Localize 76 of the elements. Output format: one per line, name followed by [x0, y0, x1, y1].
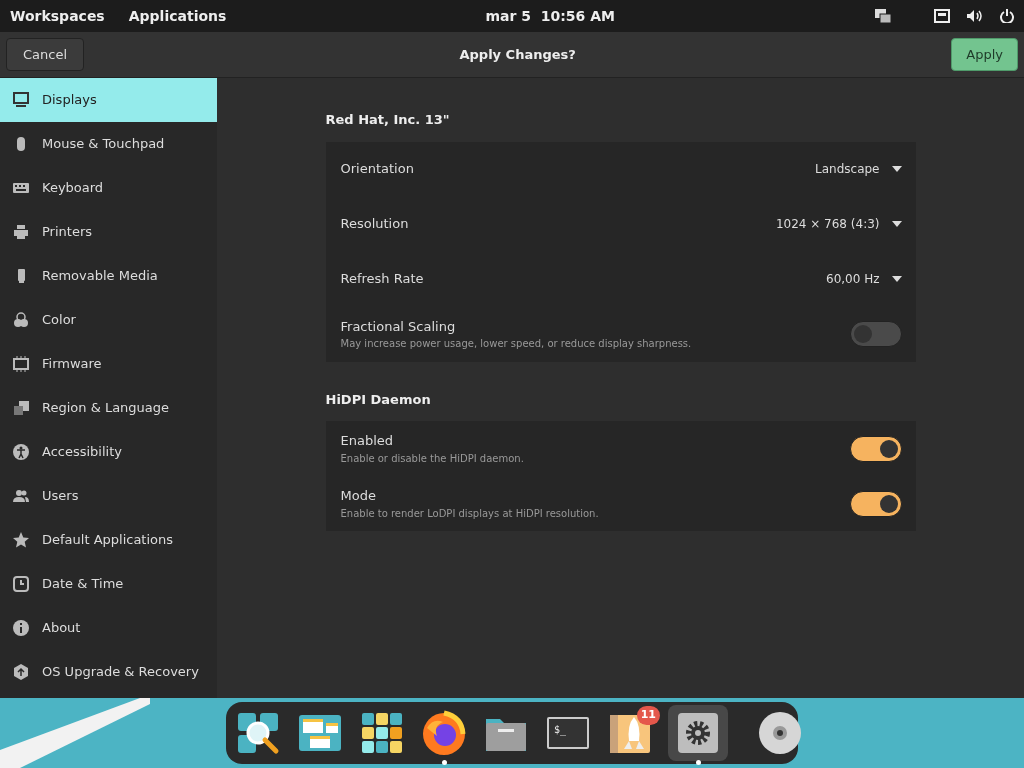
sidebar-item[interactable]: Default Applications — [0, 518, 217, 562]
dialog-title: Apply Changes? — [459, 45, 576, 64]
sidebar-label: Date & Time — [42, 575, 124, 594]
printer-icon — [12, 223, 30, 241]
search-icon — [236, 711, 280, 755]
sidebar-item[interactable]: Removable Media — [0, 254, 217, 298]
sidebar-label: Accessibility — [42, 443, 122, 462]
toggle-switch[interactable] — [849, 490, 902, 517]
sidebar-label: Region & Language — [42, 399, 170, 418]
upgrade-icon — [12, 663, 30, 681]
caret-icon — [891, 221, 902, 227]
setting-label: Refresh Rate — [340, 270, 424, 289]
gear-icon — [676, 711, 720, 755]
sidebar-label: Firmware — [42, 355, 102, 374]
sidebar-item[interactable]: Firmware — [0, 342, 217, 386]
sidebar-label: Printers — [42, 223, 93, 242]
color-icon — [12, 311, 30, 329]
apply-button[interactable]: Apply — [951, 37, 1018, 72]
panel-menu[interactable]: Workspaces — [10, 5, 105, 27]
sidebar-label: OS Upgrade & Recovery — [42, 663, 199, 682]
cancel-button[interactable]: Cancel — [6, 37, 85, 72]
sidebar-label: About — [42, 619, 81, 638]
setting-description: Enable or disable the HiDPI daemon. — [340, 451, 524, 466]
sidebar-label: Keyboard — [42, 179, 104, 198]
setting-description: Enable to render LoDPI displays at HiDPI resolution. — [340, 506, 599, 521]
star-icon — [12, 531, 30, 549]
sidebar-item[interactable]: Date & Time — [0, 562, 217, 606]
caret-icon — [891, 166, 902, 172]
section-heading: Red Hat, Inc. 13" — [325, 111, 451, 129]
info-icon — [12, 619, 30, 637]
dropdown[interactable]: 60,00 Hz — [826, 270, 902, 288]
sidebar-item[interactable]: Users — [0, 474, 217, 518]
running-indicator — [441, 760, 447, 765]
sidebar-label: Default Applications — [42, 531, 174, 550]
setting-description: May increase power usage, lower speed, or reduce display sharpness. — [340, 337, 692, 352]
caret-icon — [891, 276, 902, 282]
sidebar-item[interactable]: Printers — [0, 210, 217, 254]
sidebar-item[interactable]: Displays — [0, 78, 217, 122]
chip-icon — [12, 355, 30, 373]
sidebar-item[interactable]: OS Upgrade & Recovery — [0, 650, 217, 694]
sidebar-item[interactable]: Keyboard — [0, 166, 217, 210]
sidebar-item[interactable]: Region & Language — [0, 386, 217, 430]
sidebar-item[interactable]: Color — [0, 298, 217, 342]
setting-label: Enabled — [340, 432, 395, 451]
setting-label: Resolution — [340, 215, 409, 234]
notification-badge: 11 — [636, 706, 660, 725]
section-heading: HiDPI Daemon — [325, 390, 432, 409]
dropdown[interactable]: Landscape — [815, 160, 902, 178]
sidebar-item[interactable]: Accessibility — [0, 430, 217, 474]
accessibility-icon — [12, 443, 30, 461]
sidebar-label: Color — [42, 311, 76, 330]
app-grid-icon — [360, 711, 404, 755]
display-icon — [12, 91, 30, 109]
setting-label: Fractional Scaling — [340, 317, 457, 336]
sidebar-label: Removable Media — [42, 267, 158, 286]
running-indicator — [695, 760, 701, 765]
sidebar-label: Displays — [42, 91, 97, 110]
dock-item[interactable]: $_ — [544, 705, 592, 761]
sidebar-label: Users — [42, 487, 79, 506]
sidebar-label: Mouse & Touchpad — [42, 135, 165, 154]
clock[interactable]: mar 5 10:56 AM — [485, 7, 615, 24]
setting-label: Orientation — [340, 160, 414, 179]
toggle-switch[interactable] — [849, 435, 902, 462]
fox-globe-icon — [421, 710, 467, 756]
volume-icon[interactable] — [966, 9, 984, 23]
panel-menu[interactable]: Applications — [128, 5, 227, 27]
users-icon — [12, 487, 30, 505]
dropdown[interactable]: 1024 × 768 (4:3) — [775, 215, 902, 233]
windows-icon[interactable] — [874, 8, 892, 24]
sidebar-item[interactable]: About — [0, 606, 217, 650]
clock-icon — [12, 575, 30, 593]
power-icon[interactable] — [1000, 9, 1014, 23]
sidebar-item[interactable]: Mouse & Touchpad — [0, 122, 217, 166]
toggle-switch[interactable] — [849, 321, 902, 347]
setting-label: Mode — [340, 487, 377, 506]
terminal-prompt: $_ — [554, 723, 567, 737]
